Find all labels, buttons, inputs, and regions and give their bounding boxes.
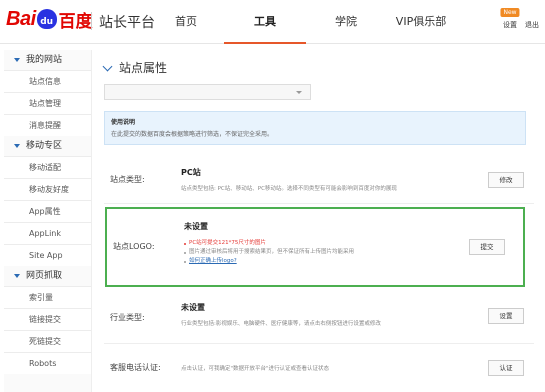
- site-select[interactable]: [104, 84, 311, 100]
- row-phone-verify: 客服电话认证: 点击认证，可我确定"数据开放平台"进行认证或查看认证状态 认证: [104, 350, 534, 392]
- new-badge: New: [500, 8, 520, 17]
- site-logo-value: 未设置: [184, 222, 208, 231]
- main-content: 站点属性 使用说明 在此提交的数据百度会根据策略进行筛选，不保证完全采用。 站点…: [96, 50, 545, 392]
- nav-academy[interactable]: 学院: [320, 0, 372, 44]
- sidebar-item-link-submit[interactable]: 链接提交: [4, 308, 91, 330]
- logo-bai-text: Bai: [6, 7, 36, 30]
- sidebar-group-my-site[interactable]: 我的网站: [4, 50, 91, 70]
- bullet-icon: [184, 242, 186, 245]
- sidebar: 我的网站 站点信息 站点管理 消息提醒 移动专区 移动适配 移动友好度 App属…: [4, 50, 92, 392]
- page-title: 站点属性: [102, 59, 168, 76]
- main-nav: 首页 工具 学院 VIP俱乐部: [160, 0, 462, 44]
- notice-title: 使用说明: [111, 119, 136, 126]
- sidebar-group-mobile[interactable]: 移动专区: [4, 136, 91, 156]
- sidebar-item-messages[interactable]: 消息提醒: [4, 114, 91, 136]
- logout-link[interactable]: 退出: [525, 8, 539, 30]
- modify-button[interactable]: 修改: [488, 172, 524, 188]
- logo-cn-text: 百度: [58, 11, 93, 32]
- bullet-icon: [184, 260, 186, 263]
- sidebar-item-applink[interactable]: AppLink: [4, 222, 91, 244]
- sidebar-group-label: 我的网站: [26, 55, 63, 65]
- logo-requirements: PC站可提交121*75尺寸的图片 图片通过审核后将用于搜索结果页，但不保证所有…: [184, 239, 354, 266]
- site-type-label: 站点类型:: [110, 175, 145, 184]
- sidebar-item-robots[interactable]: Robots: [4, 352, 91, 374]
- site-logo-label: 站点LOGO:: [113, 242, 155, 251]
- nav-vip-club[interactable]: VIP俱乐部: [380, 0, 462, 44]
- row-industry: 行业类型: 未设置 行业类型包括:影视娱乐、电脑硬件、医疗健康等，请点击右侧按钮…: [104, 290, 534, 344]
- sidebar-item-mobile-friendly[interactable]: 移动友好度: [4, 178, 91, 200]
- list-item: 图片通过审核后将用于搜索结果页，但不保证所有上传图片均能采用: [184, 248, 354, 257]
- industry-desc: 行业类型包括:影视娱乐、电脑硬件、医疗健康等，请点击右侧按钮进行设置或修改: [181, 321, 381, 327]
- industry-label: 行业类型:: [110, 313, 145, 322]
- page-title-text: 站点属性: [119, 61, 168, 75]
- logo-du-text: du: [40, 17, 54, 27]
- triangle-down-icon: [14, 58, 20, 62]
- sidebar-item-site-manage[interactable]: 站点管理: [4, 92, 91, 114]
- usage-notice: 使用说明 在此提交的数据百度会根据策略进行筛选，不保证完全采用。: [104, 111, 526, 145]
- sidebar-item-deadlink[interactable]: 死链提交: [4, 330, 91, 352]
- site-title: 站长平台: [99, 15, 155, 31]
- phone-label: 客服电话认证:: [110, 363, 161, 372]
- industry-value: 未设置: [181, 303, 205, 312]
- sidebar-group-crawl[interactable]: 网页抓取: [4, 266, 91, 286]
- logo-bullet-size: PC站可提交121*75尺寸的图片: [189, 240, 266, 246]
- list-item: PC站可提交121*75尺寸的图片: [184, 239, 354, 248]
- top-header: Bai du 百度 站长平台 首页 工具 学院 VIP俱乐部 New 设置 退出: [0, 0, 545, 44]
- logo-divider: [91, 12, 92, 30]
- phone-desc: 点击认证，可我确定"数据开放平台"进行认证或查看认证状态: [181, 366, 330, 372]
- logout-label: 退出: [525, 21, 539, 29]
- site-type-desc: 站点类型包括: PC站、移动站、PC移动站。选择不同类型有可能会影响到百度对你的…: [181, 186, 397, 192]
- site-type-value: PC站: [181, 168, 201, 177]
- triangle-down-icon: [14, 144, 20, 148]
- sidebar-item-site-app[interactable]: Site App: [4, 244, 91, 266]
- caret-down-icon: [296, 91, 302, 94]
- row-site-type: 站点类型: PC站 站点类型包括: PC站、移动站、PC移动站。选择不同类型有可…: [104, 154, 534, 204]
- set-industry-button[interactable]: 设置: [488, 308, 524, 324]
- settings-link[interactable]: New 设置: [500, 8, 520, 30]
- how-to-upload-logo-link[interactable]: 如何正确上传logo?: [189, 257, 237, 266]
- paw-icon: du: [36, 9, 57, 29]
- sidebar-item-app-attr[interactable]: App属性: [4, 200, 91, 222]
- sidebar-group-label: 网页抓取: [26, 271, 63, 281]
- submit-logo-button[interactable]: 提交: [469, 239, 505, 255]
- settings-label: 设置: [503, 21, 517, 29]
- list-item: 如何正确上传logo?: [184, 257, 354, 266]
- notice-text: 在此提交的数据百度会根据策略进行筛选，不保证完全采用。: [111, 131, 274, 138]
- nav-tools[interactable]: 工具: [224, 0, 306, 44]
- header-actions: New 设置 退出: [500, 8, 539, 30]
- bullet-icon: [184, 251, 186, 254]
- verify-button[interactable]: 认证: [488, 360, 524, 376]
- triangle-down-icon: [14, 274, 20, 278]
- baidu-logo[interactable]: Bai du 百度: [6, 6, 93, 32]
- sidebar-group-label: 移动专区: [26, 141, 63, 151]
- nav-home[interactable]: 首页: [160, 0, 212, 44]
- sidebar-item-site-info[interactable]: 站点信息: [4, 70, 91, 92]
- logo-bullet-review: 图片通过审核后将用于搜索结果页，但不保证所有上传图片均能采用: [189, 249, 355, 255]
- row-site-logo: 站点LOGO: 未设置 PC站可提交121*75尺寸的图片 图片通过审核后将用于…: [105, 207, 525, 287]
- sidebar-item-mobile-adapt[interactable]: 移动适配: [4, 156, 91, 178]
- sidebar-item-index[interactable]: 索引量: [4, 286, 91, 308]
- chevron-down-icon: [102, 61, 113, 71]
